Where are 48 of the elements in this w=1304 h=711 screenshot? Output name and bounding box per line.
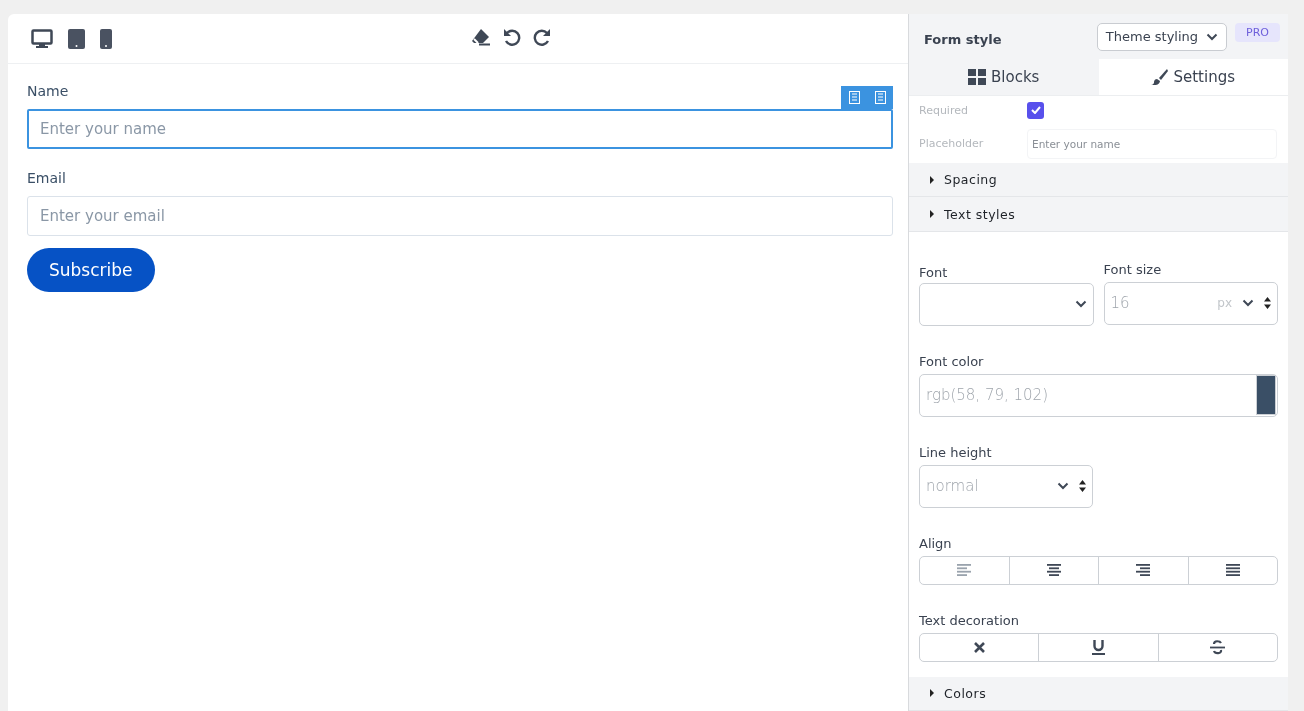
subscribe-button[interactable]: Subscribe (27, 248, 155, 292)
color-swatch[interactable] (1256, 375, 1276, 416)
section-header[interactable]: Spacing (909, 163, 1288, 198)
field-label: Required (919, 103, 969, 117)
chevron-down-icon (1057, 482, 1069, 491)
field-label: Align (919, 535, 953, 551)
field-label: Email (27, 169, 66, 187)
chevron-down-icon (1074, 300, 1087, 309)
undo-icon[interactable] (503, 28, 521, 46)
field-label: Placeholder (919, 137, 985, 151)
align-justify-icon (1225, 564, 1240, 577)
field-label: Font color (919, 353, 985, 369)
panel-title: Form style (924, 31, 1003, 48)
placeholder-field[interactable]: Enter your name (1027, 128, 1277, 159)
close-icon (973, 641, 985, 653)
field-label: Font size (1103, 261, 1163, 277)
field-label: Line height (919, 444, 993, 460)
align-right-icon (1136, 564, 1151, 577)
stepper-icon[interactable] (1264, 297, 1271, 310)
check-icon (1030, 106, 1041, 115)
section-header[interactable]: Text styles (909, 197, 1288, 232)
panel-tab[interactable]: Blocks (909, 59, 1099, 96)
unit-label: px (1217, 296, 1232, 311)
desktop-icon[interactable] (31, 28, 53, 49)
required-checkbox[interactable] (1027, 101, 1044, 119)
strikethrough-icon (1210, 639, 1226, 655)
caret-icon (929, 210, 935, 219)
brush-icon (1151, 69, 1169, 86)
input-field[interactable]: Enter your name (27, 109, 893, 149)
chevron-down-icon (1206, 32, 1219, 41)
redo-icon[interactable] (533, 28, 551, 46)
chevron-down-icon (1242, 299, 1254, 308)
section-header[interactable]: Colors (909, 676, 1288, 711)
field-label: Name (27, 82, 69, 100)
tablet-icon[interactable] (68, 28, 85, 49)
field-label: Text decoration (919, 612, 1020, 628)
style-select[interactable]: Theme styling (1096, 22, 1228, 51)
caret-icon (929, 689, 935, 698)
align-center-icon (1046, 564, 1061, 577)
field-label: Font (919, 264, 949, 280)
underline-icon (1092, 639, 1105, 655)
stepper-icon[interactable] (1079, 480, 1086, 493)
phone-icon[interactable] (100, 28, 112, 49)
eraser-icon[interactable] (471, 28, 491, 46)
grid-icon (968, 69, 987, 86)
align-left-icon (957, 564, 972, 577)
pro-badge: PRO (1235, 23, 1280, 43)
caret-icon (929, 175, 935, 184)
